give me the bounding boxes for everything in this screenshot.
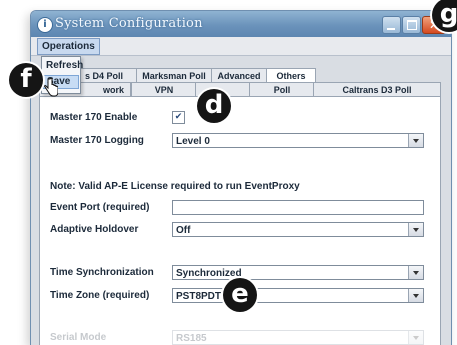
menu-item-refresh[interactable]: Refresh [43, 59, 83, 73]
tab-vpn[interactable]: VPN [131, 82, 197, 97]
hand-cursor-icon [44, 78, 58, 97]
event-port-input[interactable] [172, 200, 424, 215]
master-170-logging-select[interactable]: Level 0 [172, 133, 424, 148]
tab-advanced[interactable]: Advanced [211, 68, 267, 83]
tab-caltrans-d3-poll[interactable]: Caltrans D3 Poll [313, 82, 441, 97]
tab-marksman-poll[interactable]: Marksman Poll [136, 68, 212, 83]
maximize-button[interactable] [402, 16, 421, 34]
adaptive-holdover-select[interactable]: Off [172, 222, 424, 237]
master-170-logging-label: Master 170 Logging [50, 135, 144, 146]
callout-d: d [197, 89, 231, 123]
time-sync-value: Synchronized [176, 268, 242, 279]
chevron-down-icon [408, 134, 423, 147]
callout-f: f [9, 63, 43, 97]
master-170-enable-checkbox[interactable]: ✔ [172, 111, 185, 124]
menu-operations[interactable]: Operations [37, 38, 100, 55]
minimize-button[interactable] [382, 16, 401, 34]
master-170-logging-value: Level 0 [176, 136, 210, 147]
chevron-down-icon [408, 266, 423, 279]
title-bar[interactable]: i System Configuration ✕ [31, 11, 451, 37]
menu-bar: Operations [31, 37, 451, 56]
time-zone-value: PST8PDT [176, 291, 222, 302]
time-sync-select[interactable]: Synchronized [172, 265, 424, 280]
time-sync-label: Time Synchronization [50, 267, 154, 278]
time-zone-label: Time Zone (required) [50, 290, 150, 301]
time-zone-select[interactable]: PST8PDT [172, 288, 424, 303]
chevron-down-icon [408, 331, 423, 344]
window-title: System Configuration [55, 16, 203, 31]
tab-poll[interactable]: Poll [249, 82, 315, 97]
chevron-down-icon [408, 223, 423, 236]
license-note: Note: Valid AP-E License required to run… [50, 181, 300, 192]
callout-e: e [223, 278, 257, 312]
maximize-icon [407, 20, 417, 30]
master-170-enable-label: Master 170 Enable [50, 112, 138, 123]
chevron-down-icon [408, 289, 423, 302]
minimize-icon [387, 28, 395, 30]
serial-mode-select[interactable]: RS185 [172, 330, 424, 345]
adaptive-holdover-label: Adaptive Holdover [50, 224, 139, 235]
tab-others[interactable]: Others [266, 68, 316, 83]
serial-mode-label: Serial Mode [50, 332, 107, 343]
event-port-label: Event Port (required) [50, 202, 150, 213]
serial-mode-value: RS185 [176, 333, 207, 344]
info-icon: i [37, 17, 53, 33]
adaptive-holdover-value: Off [176, 225, 191, 236]
